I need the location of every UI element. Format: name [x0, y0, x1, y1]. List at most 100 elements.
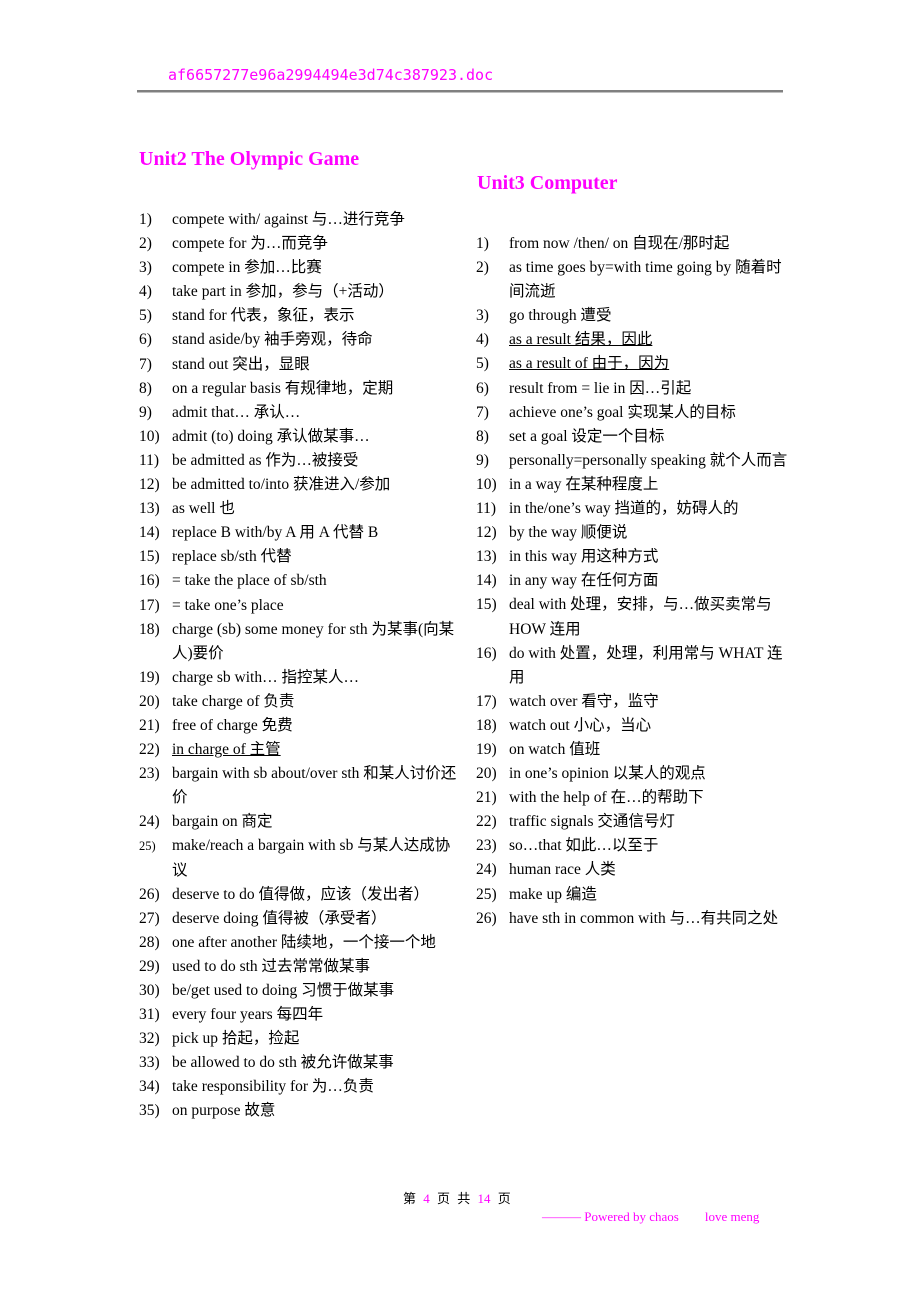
list-item: 11) be admitted as 作为…被接受: [139, 449, 457, 473]
list-item: 34) take responsibility for 为…负责: [139, 1075, 457, 1099]
list-item: 20) take charge of 负责: [139, 690, 457, 714]
credit-right: love meng: [704, 1209, 760, 1224]
item-text: stand aside/by 袖手旁观，待命: [172, 331, 373, 349]
list-item: 8) set a goal 设定一个目标: [476, 425, 794, 449]
list-item: 2) as time goes by=with time going by 随着时…: [476, 256, 794, 304]
list-item: 25) make up 编造: [476, 883, 794, 907]
item-text: = take one’s place: [172, 596, 284, 614]
item-number: 23): [476, 837, 497, 855]
item-number: 15): [139, 548, 160, 566]
item-number: 28): [139, 933, 160, 951]
item-number: 13): [476, 548, 497, 566]
list-item: 29) used to do sth 过去常常做某事: [139, 955, 457, 979]
list-item: 1) compete with/ against 与…进行竞争: [139, 208, 457, 232]
item-text: in the/one’s way 挡道的，妨碍人的: [509, 500, 739, 518]
item-number: 23): [139, 765, 160, 783]
item-text: compete for 为…而竞争: [172, 235, 328, 253]
list-item: 17) watch over 看守，监守: [476, 690, 794, 714]
list-item: 32) pick up 拾起，捡起: [139, 1027, 457, 1051]
item-text: in this way 用这种方式: [509, 548, 659, 566]
item-text: go through 遭受: [509, 307, 612, 325]
list-item: 33) be allowed to do sth 被允许做某事: [139, 1051, 457, 1075]
item-text: replace sb/sth 代替: [172, 548, 292, 566]
list-item: 31) every four years 每四年: [139, 1003, 457, 1027]
item-number: 15): [476, 596, 497, 614]
item-text: bargain on 商定: [172, 813, 273, 831]
item-number: 22): [476, 813, 497, 831]
item-text: deserve to do 值得做，应该（发出者）: [172, 885, 430, 903]
list-item: 23) bargain with sb about/over sth 和某人讨价还…: [139, 762, 457, 810]
item-number: 10): [139, 427, 160, 445]
item-number: 2): [476, 259, 489, 277]
item-text: = take the place of sb/sth: [172, 572, 327, 590]
list-item: 15) deal with 处理，安排，与…做买卖常与 HOW 连用: [476, 593, 794, 641]
item-number: 19): [476, 740, 497, 758]
item-number: 4): [139, 283, 152, 301]
list-item: 26) have sth in common with 与…有共同之处: [476, 907, 794, 931]
list-item: 18) watch out 小心，当心: [476, 714, 794, 738]
item-number: 6): [139, 331, 152, 349]
list-item: 7) achieve one’s goal 实现某人的目标: [476, 401, 794, 425]
item-number: 13): [139, 500, 160, 518]
item-number: 6): [476, 379, 489, 397]
item-text: be admitted as 作为…被接受: [172, 451, 359, 469]
list-item: 18) charge (sb) some money for sth 为某事(向某…: [139, 618, 457, 666]
item-text: result from = lie in 因…引起: [509, 379, 692, 397]
item-number: 32): [139, 1030, 160, 1048]
list-item: 10) admit (to) doing 承认做某事…: [139, 425, 457, 449]
item-number: 21): [476, 789, 497, 807]
item-text: watch over 看守，监守: [509, 692, 659, 710]
item-text: so…that 如此…以至于: [509, 837, 659, 855]
list-item: 8) on a regular basis 有规律地，定期: [139, 377, 457, 401]
list-item: 11) in the/one’s way 挡道的，妨碍人的: [476, 497, 794, 521]
list-item: 25) make/reach a bargain with sb 与某人达成协议: [139, 834, 457, 882]
item-number: 34): [139, 1078, 160, 1096]
list-item: 6) result from = lie in 因…引起: [476, 377, 794, 401]
list-item: 24) human race 人类: [476, 858, 794, 882]
page-total: 14: [477, 1191, 491, 1206]
list-item: 30) be/get used to doing 习惯于做某事: [139, 979, 457, 1003]
list-item: 14) in any way 在任何方面: [476, 569, 794, 593]
list-item: 21) with the help of 在…的帮助下: [476, 786, 794, 810]
item-number: 33): [139, 1054, 160, 1072]
page-current: 4: [423, 1191, 430, 1206]
list-item: 9) admit that… 承认…: [139, 401, 457, 425]
header-filename: af6657277e96a2994494e3d74c387923.doc: [168, 66, 494, 84]
list-item: 12) be admitted to/into 获准进入/参加: [139, 473, 457, 497]
item-text: charge sb with… 指控某人…: [172, 668, 359, 686]
list-item: 15) replace sb/sth 代替: [139, 545, 457, 569]
item-number: 35): [139, 1102, 160, 1120]
list-item: 21) free of charge 免费: [139, 714, 457, 738]
list-item: 9) personally=personally speaking 就个人而言: [476, 449, 794, 473]
item-text: deal with 处理，安排，与…做买卖常与 HOW 连用: [509, 596, 772, 638]
item-number: 19): [139, 668, 160, 686]
item-number: 14): [139, 524, 160, 542]
list-item: 5) stand for 代表，象征，表示: [139, 304, 457, 328]
item-number: 17): [139, 596, 160, 614]
item-number: 7): [139, 355, 152, 373]
page-prefix: 第: [403, 1191, 417, 1206]
item-text: with the help of 在…的帮助下: [509, 789, 704, 807]
list-item: 24) bargain on 商定: [139, 810, 457, 834]
item-number: 11): [139, 451, 160, 469]
item-number: 12): [139, 476, 160, 494]
item-text: stand out 突出，显眼: [172, 355, 310, 373]
item-number: 20): [476, 765, 497, 783]
list-item: 26) deserve to do 值得做，应该（发出者）: [139, 883, 457, 907]
item-text: by the way 顺便说: [509, 524, 628, 542]
item-text: take responsibility for 为…负责: [172, 1078, 374, 1096]
item-number: 1): [476, 235, 489, 252]
page-suffix: 页: [497, 1191, 511, 1206]
list-item: 6) stand aside/by 袖手旁观，待命: [139, 328, 457, 352]
page-mid: 页 共: [437, 1191, 471, 1206]
list-item: 12) by the way 顺便说: [476, 521, 794, 545]
list-item: 27) deserve doing 值得被（承受者）: [139, 907, 457, 931]
list-item: 3) compete in 参加…比赛: [139, 256, 457, 280]
item-number: 31): [139, 1006, 160, 1024]
unit3-title: Unit3 Computer: [477, 172, 618, 194]
list-item: 23) so…that 如此…以至于: [476, 834, 794, 858]
item-number: 16): [139, 572, 160, 590]
unit3-phrase-list: 1) from now /then/ on 自现在/那时起 2) as time go…: [476, 232, 794, 931]
list-item: 10) in a way 在某种程度上: [476, 473, 794, 497]
item-text: one after another 陆续地，一个接一个地: [172, 933, 436, 951]
